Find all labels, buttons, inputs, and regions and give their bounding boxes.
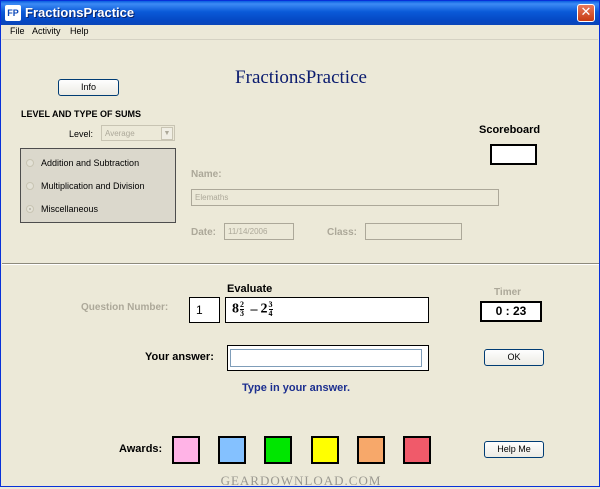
award-slot-4 (311, 436, 339, 464)
app-icon: FP (5, 5, 21, 21)
menu-bar: File Activity Help (2, 25, 598, 40)
date-field[interactable]: 11/14/2006 (224, 223, 294, 240)
award-slot-6 (403, 436, 431, 464)
chevron-down-icon[interactable]: ▼ (161, 127, 173, 140)
section-divider (2, 263, 599, 265)
name-field[interactable]: Elemaths (191, 189, 499, 206)
help-me-button[interactable]: Help Me (484, 441, 544, 458)
expr-b-fraction: 34 (268, 301, 273, 318)
radio-addition-subtraction[interactable] (26, 159, 34, 167)
menu-activity[interactable]: Activity (32, 26, 61, 36)
ok-button[interactable]: OK (484, 349, 544, 366)
menu-help[interactable]: Help (70, 26, 89, 36)
answer-input[interactable] (230, 349, 422, 367)
level-section-title: LEVEL AND TYPE OF SUMS (21, 109, 142, 119)
level-select-value: Average (105, 129, 135, 138)
class-field[interactable] (365, 223, 462, 240)
award-slot-1 (172, 436, 200, 464)
expr-a-denominator: 3 (240, 309, 244, 318)
awards-label: Awards: (119, 443, 163, 455)
award-slot-3 (264, 436, 292, 464)
fraction-expression: 823 –2 3 4 (232, 301, 273, 318)
menu-file[interactable]: File (10, 26, 25, 36)
timer-label: Timer (494, 287, 522, 298)
name-label: Name: (191, 169, 222, 180)
expr-operator: – (250, 301, 258, 317)
window-title: FractionsPractice (25, 5, 135, 20)
title-bar[interactable]: FP FractionsPractice ✕ (1, 1, 599, 25)
award-slot-2 (218, 436, 246, 464)
award-slot-5 (357, 436, 385, 464)
radio-label-addition-subtraction: Addition and Subtraction (41, 158, 140, 168)
radio-label-miscellaneous: Miscellaneous (41, 204, 99, 214)
expr-a-whole: 8 (232, 301, 239, 317)
expr-b-denominator: 4 (268, 309, 273, 318)
radio-label-multiplication-division: Multiplication and Division (41, 181, 145, 191)
close-button[interactable]: ✕ (577, 4, 595, 22)
question-number-label: Question Number: (81, 302, 169, 313)
answer-box (227, 345, 429, 371)
level-label: Level: (69, 129, 94, 139)
sum-type-panel: Addition and Subtraction Multiplication … (20, 148, 176, 223)
expr-b-whole: 2 (260, 301, 268, 317)
evaluate-label: Evaluate (227, 283, 273, 295)
date-label: Date: (191, 227, 217, 238)
radio-multiplication-division[interactable] (26, 182, 34, 190)
answer-label: Your answer: (145, 351, 214, 363)
info-button[interactable]: Info (58, 79, 119, 96)
answer-hint: Type in your answer. (242, 382, 350, 394)
class-label: Class: (327, 227, 358, 238)
expr-a-fraction: 23 (240, 301, 244, 318)
scoreboard-box (490, 144, 537, 165)
scoreboard-label: Scoreboard (479, 124, 541, 136)
radio-miscellaneous[interactable] (26, 205, 34, 213)
expression-box: 823 –2 3 4 (225, 297, 429, 323)
level-select[interactable]: Average ▼ (101, 125, 175, 141)
timer-display: 0 : 23 (480, 301, 542, 322)
app-window: FP FractionsPractice ✕ File Activity Hel… (0, 0, 600, 488)
question-number-box: 1 (189, 297, 220, 323)
